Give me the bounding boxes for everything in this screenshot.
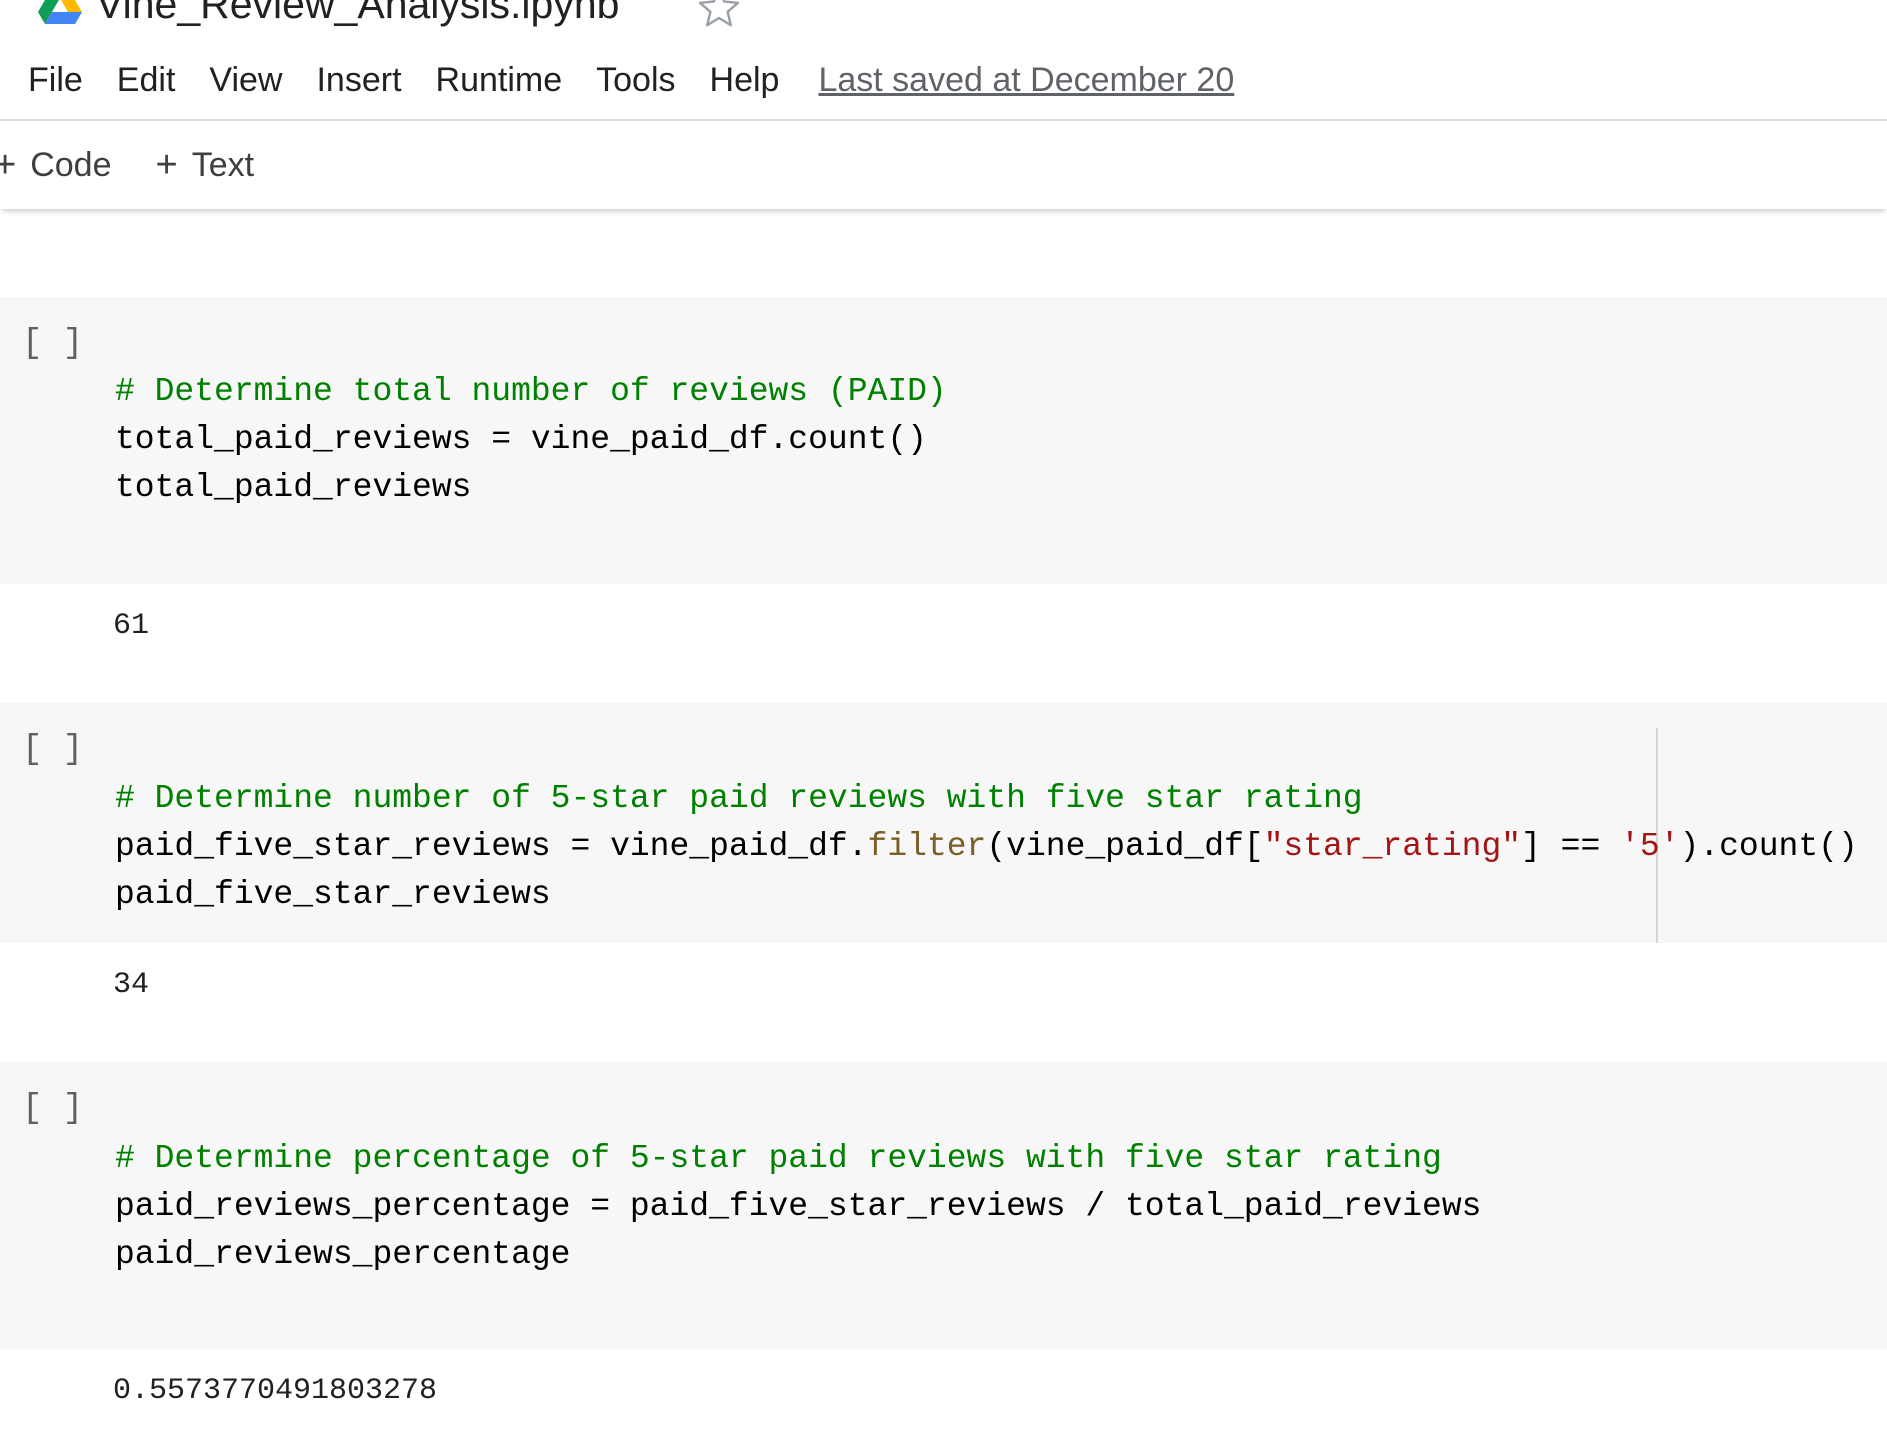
plus-icon: +: [0, 144, 17, 186]
add-code-cell-button[interactable]: + Code: [0, 146, 111, 185]
menu-help[interactable]: Help: [693, 52, 797, 108]
code-cell-2[interactable]: [ ] # Determine number of 5-star paid re…: [0, 703, 1887, 943]
star-outline-icon[interactable]: [698, 0, 740, 28]
code-function: filter: [867, 828, 987, 865]
add-text-label: Text: [191, 145, 255, 184]
google-drive-icon[interactable]: [38, 0, 82, 26]
code-line: paid_five_star_reviews: [115, 876, 551, 913]
plus-icon: +: [155, 144, 178, 186]
code-line: ] ==: [1521, 828, 1621, 865]
code-cell-1[interactable]: [ ] # Determine total number of reviews …: [0, 297, 1887, 584]
menu-file[interactable]: File: [0, 52, 100, 108]
add-code-label: Code: [30, 145, 112, 184]
menu-runtime[interactable]: Runtime: [419, 52, 580, 108]
code-comment: # Determine total number of reviews (PAI…: [115, 373, 947, 410]
run-cell-button[interactable]: [ ]: [22, 1090, 83, 1128]
code-line: paid_reviews_percentage = paid_five_star…: [115, 1188, 1482, 1225]
menu-bar: File Edit View Insert Runtime Tools Help…: [0, 52, 1234, 108]
add-text-cell-button[interactable]: + Text: [155, 146, 254, 185]
code-string: "star_rating": [1263, 828, 1522, 865]
cell-output-1: 61: [113, 609, 150, 643]
run-cell-button[interactable]: [ ]: [22, 731, 83, 769]
menu-view[interactable]: View: [192, 52, 299, 108]
code-line: ).count(): [1679, 828, 1858, 865]
notebook-toolbar: + Code + Text: [0, 121, 1887, 209]
code-comment: # Determine number of 5-star paid review…: [115, 780, 1363, 817]
code-line: (vine_paid_df[: [986, 828, 1264, 865]
code-editor[interactable]: # Determine number of 5-star paid review…: [115, 775, 1858, 919]
title-bar: Vine_Review_Analysis.ipynb: [0, 0, 1887, 44]
code-editor[interactable]: # Determine total number of reviews (PAI…: [115, 368, 947, 512]
cell-output-2: 34: [113, 968, 150, 1002]
code-line: total_paid_reviews: [115, 469, 472, 506]
last-saved-link[interactable]: Last saved at December 20: [796, 52, 1234, 108]
code-line: total_paid_reviews = vine_paid_df.count(…: [115, 421, 927, 458]
menu-edit[interactable]: Edit: [100, 52, 193, 108]
cell-output-3: 0.5573770491803278: [113, 1374, 438, 1408]
menu-tools[interactable]: Tools: [579, 52, 692, 108]
code-line: paid_reviews_percentage: [115, 1236, 571, 1273]
code-string: '5': [1620, 828, 1680, 865]
menu-insert[interactable]: Insert: [299, 52, 418, 108]
run-cell-button[interactable]: [ ]: [22, 325, 83, 363]
code-comment: # Determine percentage of 5-star paid re…: [115, 1140, 1442, 1177]
code-line: paid_five_star_reviews = vine_paid_df.: [115, 828, 868, 865]
notebook-title[interactable]: Vine_Review_Analysis.ipynb: [96, 0, 619, 30]
code-editor[interactable]: # Determine percentage of 5-star paid re…: [115, 1135, 1481, 1279]
code-cell-3[interactable]: [ ] # Determine percentage of 5-star pai…: [0, 1062, 1887, 1349]
